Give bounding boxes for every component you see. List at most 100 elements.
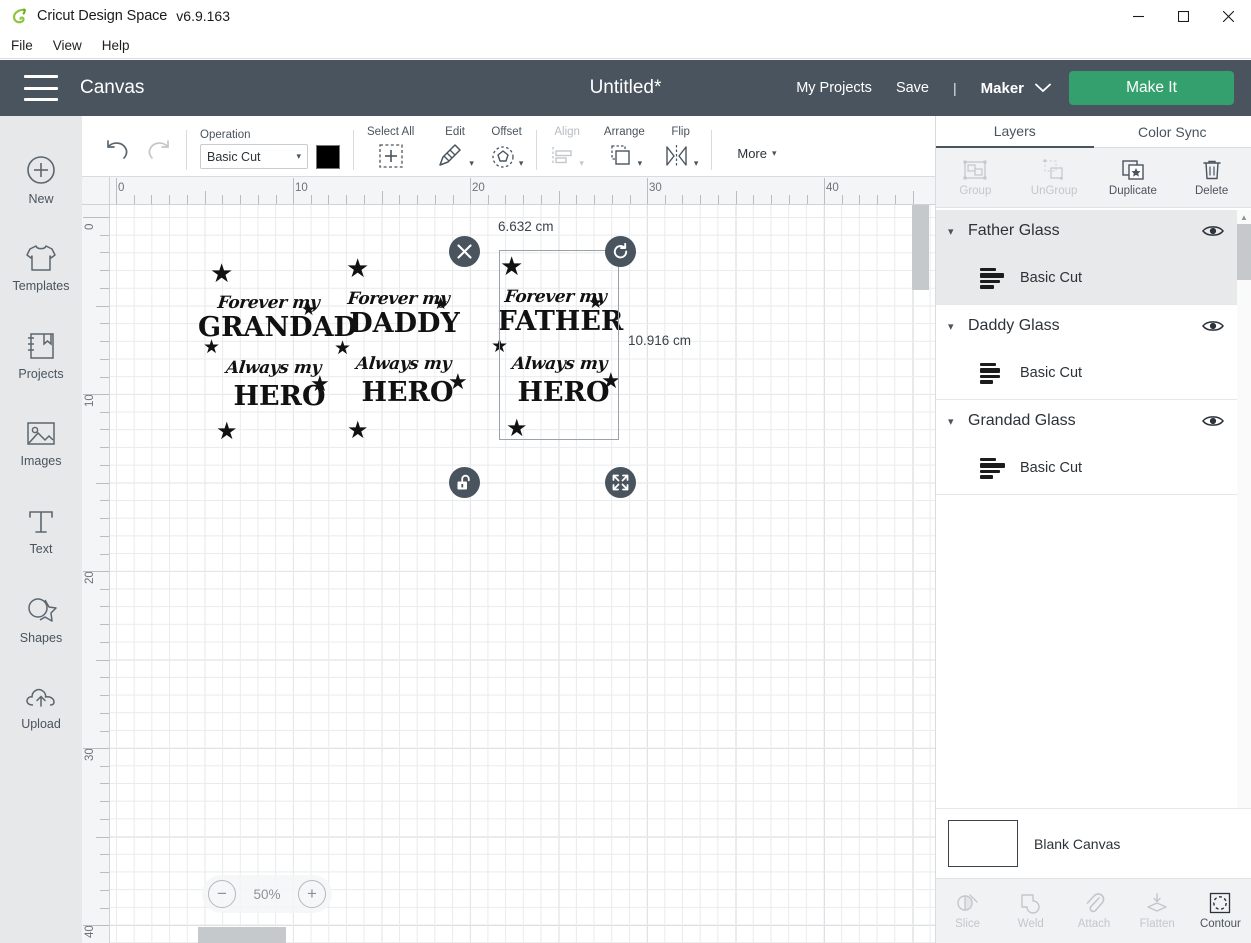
canvas-color-swatch[interactable] [948, 820, 1018, 867]
edit-button[interactable]: Edit ▾ [436, 126, 474, 169]
selection-delete-handle[interactable] [449, 236, 480, 267]
chevron-down-icon[interactable]: ▾ [948, 320, 962, 333]
sidebar-item-text[interactable]: Text [0, 488, 82, 576]
layer-group-grandad-glass[interactable]: ▾ Grandad Glass Basic Cut [936, 400, 1251, 495]
operation-select[interactable]: Basic Cut ▾ [200, 144, 308, 169]
layer-operation-label: Basic Cut [1020, 460, 1083, 476]
operation-color-swatch[interactable] [316, 144, 340, 169]
layer-group-daddy-glass[interactable]: ▾ Daddy Glass Basic Cut [936, 305, 1251, 400]
redo-icon[interactable] [145, 138, 173, 162]
panel-scrollbar-thumb[interactable] [1237, 224, 1251, 280]
app-version: v6.9.163 [176, 8, 230, 24]
machine-selector[interactable]: Maker [981, 80, 1051, 97]
right-panel: Layers Color Sync Group UnGroup Duplicat… [935, 116, 1251, 943]
canvas-vertical-scrollbar[interactable] [912, 205, 929, 943]
combine-tools-toolbar: Slice Weld Attach Flatten Contour [936, 878, 1251, 943]
delete-button[interactable]: Delete [1172, 148, 1251, 207]
layer-row-basic-cut[interactable]: Basic Cut [936, 252, 1251, 304]
selection-width-label: 6.632 cm [498, 219, 554, 234]
arrange-button[interactable]: Arrange ▾ [604, 126, 645, 169]
layer-thumbnail [980, 451, 1006, 485]
chevron-down-icon[interactable]: ▾ [948, 415, 962, 428]
layer-group-header[interactable]: ▾ Father Glass [936, 210, 1251, 252]
layer-group-header[interactable]: ▾ Daddy Glass [936, 305, 1251, 347]
make-it-button[interactable]: Make It [1069, 71, 1234, 105]
align-button[interactable]: Align ▾ [550, 126, 584, 169]
contour-button[interactable]: Contour [1189, 879, 1251, 943]
save-button[interactable]: Save [896, 80, 929, 96]
maximize-button[interactable] [1161, 0, 1206, 32]
sidebar-item-new[interactable]: New [0, 136, 82, 224]
star-icon: ★ [210, 258, 234, 288]
eye-icon[interactable] [1202, 319, 1224, 333]
sidebar-item-upload[interactable]: Upload [0, 664, 82, 752]
menu-icon[interactable] [24, 75, 58, 101]
layer-operation-label: Basic Cut [1020, 270, 1083, 286]
selection-resize-handle[interactable] [605, 467, 636, 498]
operation-label: Operation [200, 129, 251, 141]
design-daddy-glass[interactable]: ★ ★ ★ ★ ★ Forever my DADDY Always my HER… [322, 255, 487, 443]
sidebar-item-templates[interactable]: Templates [0, 224, 82, 312]
select-all-label: Select All [367, 126, 415, 138]
sidebar-item-images[interactable]: Images [0, 400, 82, 488]
layer-row-basic-cut[interactable]: Basic Cut [936, 442, 1251, 494]
scroll-up-arrow-icon[interactable]: ▲ [1237, 210, 1251, 224]
app-name: Cricut Design Space [37, 8, 168, 24]
tab-color-sync[interactable]: Color Sync [1094, 116, 1251, 148]
cloud-upload-icon [24, 685, 58, 711]
flatten-button[interactable]: Flatten [1126, 879, 1189, 943]
close-button[interactable] [1206, 0, 1251, 32]
canvas-area[interactable]: 0 10 20 30 40 0 10 20 30 40 ★ ★ ★ ★ ★ Fo… [82, 177, 935, 943]
canvas-horizontal-scrollbar[interactable] [110, 927, 935, 943]
arrange-icon: ▾ [607, 141, 642, 169]
layer-group-name: Grandad Glass [968, 412, 1076, 429]
group-button[interactable]: Group [936, 148, 1015, 207]
menu-file[interactable]: File [2, 35, 42, 56]
ungroup-button[interactable]: UnGroup [1015, 148, 1094, 207]
my-projects-link[interactable]: My Projects [796, 80, 872, 96]
canvas-horizontal-scrollbar-thumb[interactable] [198, 927, 286, 943]
zoom-in-button[interactable]: + [298, 880, 326, 908]
more-button[interactable]: More ▾ [737, 146, 776, 161]
layer-group-header[interactable]: ▾ Grandad Glass [936, 400, 1251, 442]
flip-button[interactable]: Flip ▾ [663, 126, 699, 169]
selection-rotate-handle[interactable] [605, 236, 636, 267]
ruler-h-tick-0: 0 [118, 182, 125, 194]
layer-group-name: Father Glass [968, 222, 1060, 239]
layer-row-basic-cut[interactable]: Basic Cut [936, 347, 1251, 399]
eye-icon[interactable] [1202, 414, 1224, 428]
layer-operation-label: Basic Cut [1020, 365, 1083, 381]
offset-button[interactable]: Offset ▾ [490, 126, 523, 169]
minimize-button[interactable] [1116, 0, 1161, 32]
sidebar-item-shapes[interactable]: Shapes [0, 576, 82, 664]
attach-button[interactable]: Attach [1062, 879, 1125, 943]
canvas-grid[interactable]: ★ ★ ★ ★ ★ Forever my GRANDAD Always my H… [110, 205, 935, 943]
zoom-level-label: 50% [253, 886, 281, 902]
sidebar-item-projects[interactable]: Projects [0, 312, 82, 400]
chevron-down-icon: ▾ [693, 158, 699, 168]
duplicate-button[interactable]: Duplicate [1094, 148, 1173, 207]
more-label: More [737, 146, 767, 161]
menu-view[interactable]: View [44, 35, 91, 56]
horizontal-ruler: 0 10 20 30 40 [82, 177, 935, 205]
menu-help[interactable]: Help [93, 35, 139, 56]
canvas-background-row[interactable]: Blank Canvas [936, 808, 1251, 878]
weld-button[interactable]: Weld [999, 879, 1062, 943]
canvas-vertical-scrollbar-thumb[interactable] [912, 205, 929, 290]
undo-icon[interactable] [103, 138, 131, 162]
layer-group-father-glass[interactable]: ▾ Father Glass Basic Cut [936, 210, 1251, 305]
select-all-button[interactable]: Select All [367, 126, 414, 169]
chevron-down-icon [1035, 83, 1051, 93]
selection-lock-handle[interactable] [449, 467, 480, 498]
offset-icon: ▾ [490, 141, 523, 169]
chevron-down-icon[interactable]: ▾ [948, 225, 962, 238]
tab-layers[interactable]: Layers [936, 116, 1094, 148]
trash-icon [1201, 159, 1223, 181]
eye-icon[interactable] [1202, 224, 1224, 238]
star-icon: ★ [216, 418, 238, 445]
attach-label: Attach [1077, 918, 1111, 930]
slice-button[interactable]: Slice [936, 879, 999, 943]
vertical-ruler: 0 10 20 30 40 [82, 205, 110, 943]
layer-thumbnail [980, 261, 1006, 295]
zoom-out-button[interactable]: − [208, 880, 236, 908]
